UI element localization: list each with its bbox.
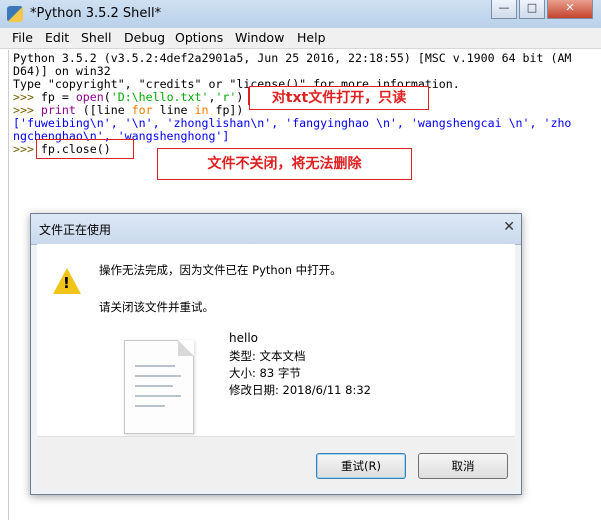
annotation-note: 对txt文件打开，只读 <box>249 86 429 110</box>
menu-file[interactable]: File <box>12 30 33 45</box>
file-line <box>135 405 165 407</box>
cancel-button[interactable]: 取消 <box>418 453 508 479</box>
file-line <box>135 385 173 387</box>
maximize-button[interactable]: □ <box>519 0 545 19</box>
file-modified: 修改日期: 2018/6/11 8:32 <box>229 383 371 397</box>
file-corner <box>178 340 194 356</box>
code-text: ( <box>103 90 111 104</box>
prompt: >>> <box>13 103 41 117</box>
close-button[interactable]: ✕ <box>547 0 593 19</box>
file-size: 大小: 83 字节 <box>229 366 301 380</box>
output-line-1: ['fuweibing\n', '\n', 'zhonglishan\n', '… <box>13 116 572 130</box>
menu-window[interactable]: Window <box>235 30 284 45</box>
window-titlebar: *Python 3.5.2 Shell* — □ ✕ <box>0 0 601 29</box>
file-type: 类型: 文本文档 <box>229 349 306 363</box>
menu-shell[interactable]: Shell <box>81 30 112 45</box>
file-name: hello <box>229 331 258 345</box>
annotation-note: 文件不关闭，将无法删除 <box>157 148 412 180</box>
code-string: 'r' <box>215 90 237 104</box>
code-string: 'D:\hello.txt' <box>110 90 209 104</box>
command-line-print: >>> print ([line for line in fp]) <box>13 104 243 116</box>
command-line-open: >>> fp = open('D:\hello.txt','r') <box>13 91 243 103</box>
highlight-box <box>36 139 134 159</box>
dialog-message: 操作无法完成，因为文件已在 Python 中打开。 <box>99 263 342 277</box>
code-text: ) <box>236 90 244 104</box>
retry-button[interactable]: 重试(R) <box>316 453 406 479</box>
code-builtin: print <box>40 103 76 117</box>
window-title: *Python 3.5.2 Shell* <box>30 6 162 21</box>
menu-options[interactable]: Options <box>175 30 223 45</box>
file-in-use-dialog: 文件正在使用 ✕ ! 操作无法完成，因为文件已在 Python 中打开。 请关闭… <box>30 213 522 495</box>
code-keyword: in <box>194 103 209 117</box>
minimize-button[interactable]: — <box>491 0 517 19</box>
menu-help[interactable]: Help <box>297 30 326 45</box>
python-icon <box>7 6 23 22</box>
banner-line-2: D64)] on win32 <box>13 64 111 78</box>
text-file-icon <box>124 340 194 434</box>
code-text: fp]) <box>208 103 244 117</box>
file-line <box>135 365 175 367</box>
file-line <box>135 395 181 397</box>
file-line <box>135 375 181 377</box>
menu-bar: File Edit Shell Debug Options Window Hel… <box>0 28 601 49</box>
dialog-title: 文件正在使用 <box>39 223 112 237</box>
code-builtin: open <box>75 90 104 104</box>
banner-line-1: Python 3.5.2 (v3.5.2:4def2a2901a5, Jun 2… <box>13 51 572 65</box>
code-text: fp = <box>40 90 76 104</box>
dialog-titlebar: 文件正在使用 ✕ <box>31 214 521 245</box>
dialog-hint: 请关闭该文件并重试。 <box>99 300 214 314</box>
code-text: ([line <box>75 103 132 117</box>
warning-icon-mark: ! <box>63 274 70 292</box>
code-keyword: for <box>131 103 153 117</box>
dialog-footer: 重试(R) 取消 <box>37 436 515 489</box>
prompt: >>> <box>13 90 41 104</box>
dialog-close-button[interactable]: ✕ <box>503 219 515 235</box>
menu-edit[interactable]: Edit <box>45 30 69 45</box>
menu-debug[interactable]: Debug <box>124 30 165 45</box>
code-text: line <box>152 103 195 117</box>
